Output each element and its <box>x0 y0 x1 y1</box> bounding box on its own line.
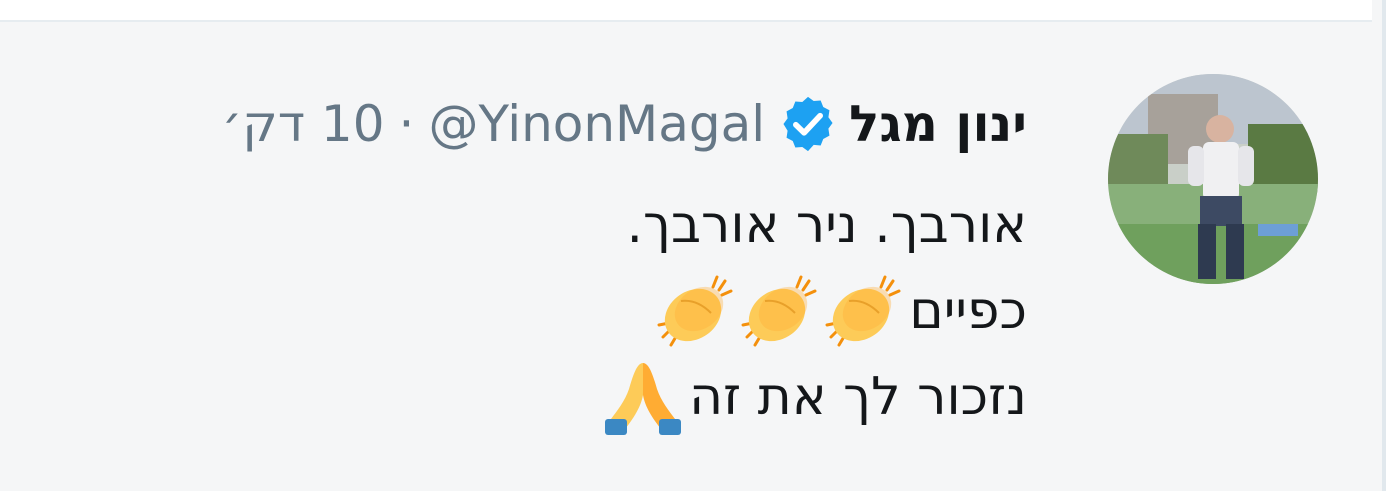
clapping-hands-icon <box>825 275 901 347</box>
tweet-header: ינון מגל @YinonMagal · 10 דק׳ <box>221 94 1027 154</box>
timestamp[interactable]: 10 דק׳ <box>221 95 384 153</box>
tweet-line-2: כפיים <box>601 268 1027 354</box>
tweet-text: אורבך. ניר אורבך. כפיים נזכור לך את זה <box>601 182 1027 440</box>
avatar[interactable] <box>1108 74 1318 284</box>
tweet[interactable]: ינון מגל @YinonMagal · 10 דק׳ אורבך. ניר… <box>0 22 1372 491</box>
username-handle[interactable]: @YinonMagal <box>428 95 765 153</box>
tweet-line-3-text: נזכור לך את זה <box>689 367 1027 427</box>
page-edge <box>1386 0 1400 491</box>
verified-badge-icon <box>777 93 839 155</box>
clapping-hands-icon <box>741 275 817 347</box>
tweet-line-2-text: כפיים <box>909 281 1027 341</box>
app-frame: ינון מגל @YinonMagal · 10 דק׳ אורבך. ניר… <box>0 0 1400 491</box>
clapping-emojis <box>653 271 905 351</box>
separator-dot: · <box>398 95 415 153</box>
clapping-hands-icon <box>657 275 733 347</box>
tweet-line-1: אורבך. ניר אורבך. <box>601 182 1027 268</box>
folded-hands-emoji <box>601 355 685 439</box>
previous-tweet-edge <box>0 0 1372 22</box>
display-name[interactable]: ינון מגל <box>849 95 1027 153</box>
tweet-line-3: נזכור לך את זה <box>601 354 1027 440</box>
tweet-line-1-text: אורבך. ניר אורבך. <box>626 195 1027 255</box>
folded-hands-icon <box>605 363 682 435</box>
